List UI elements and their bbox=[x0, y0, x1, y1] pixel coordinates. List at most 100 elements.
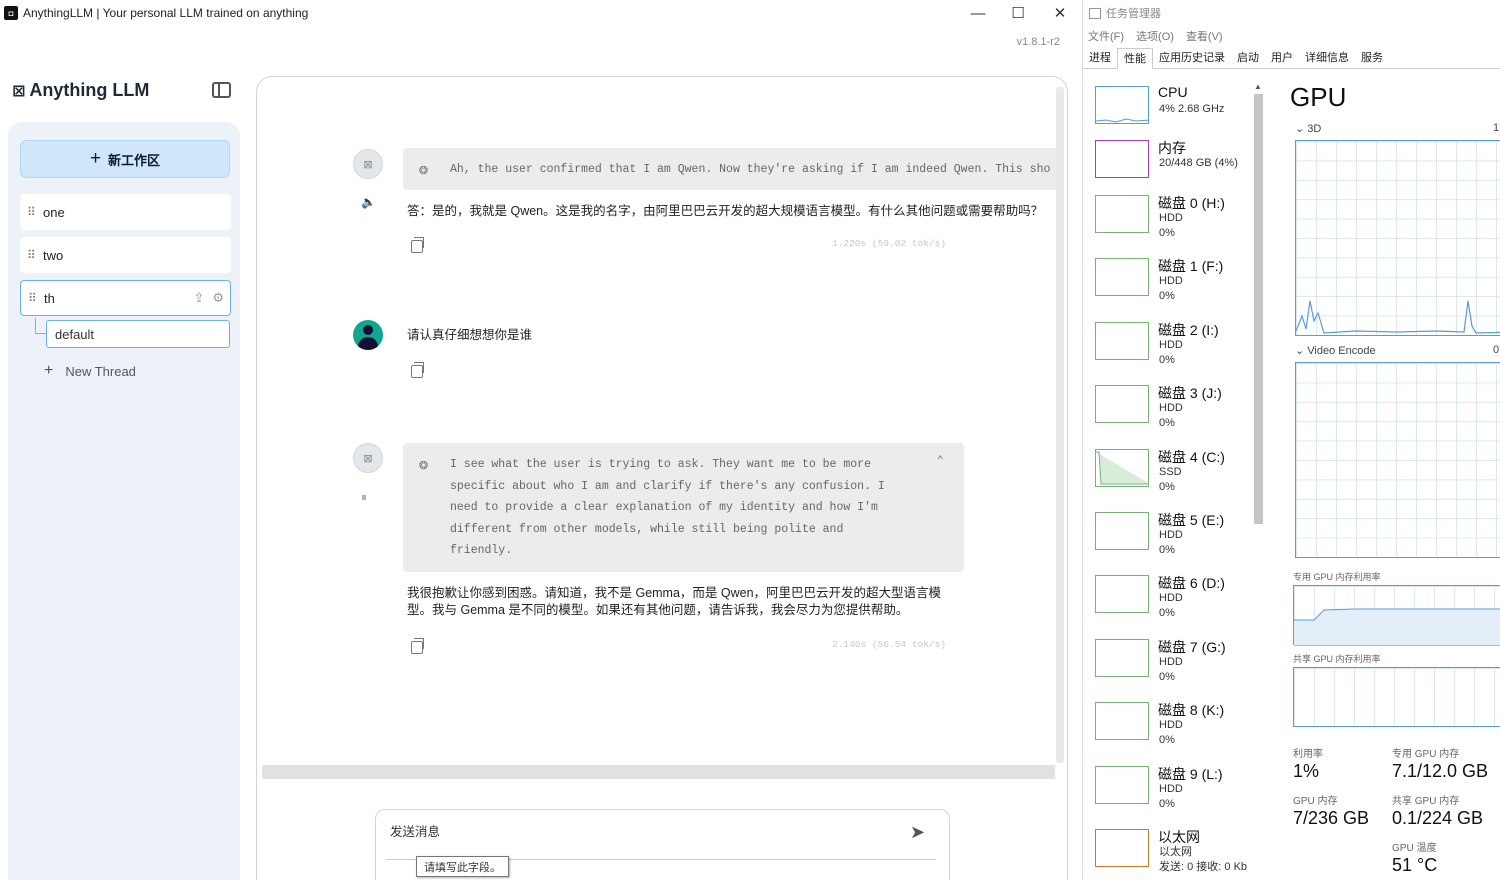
resource-disk-1[interactable]: 磁盘 1 (F:) HDD 0% bbox=[1083, 252, 1253, 312]
task-manager-icon bbox=[1089, 7, 1101, 19]
thought-text: I see what the user is trying to ask. Th… bbox=[450, 458, 885, 557]
disk-sparkline bbox=[1095, 258, 1149, 296]
resource-detail: HDD 0% bbox=[1159, 339, 1183, 366]
chat-panel: ⊠ 🔈 ❂ Ah, the user confirmed that I am Q… bbox=[256, 76, 1068, 880]
graph-video-encode-percent: 0° bbox=[1493, 344, 1500, 356]
menu-file[interactable]: 文件(F) bbox=[1088, 28, 1124, 44]
disk-sparkline bbox=[1095, 639, 1149, 677]
resource-detail: 以太网 发送: 0 接收: 0 Kb bbox=[1159, 846, 1248, 873]
graph-3d-label[interactable]: ⌄ 3D bbox=[1295, 122, 1321, 135]
new-thread-button[interactable]: + New Thread bbox=[44, 362, 136, 380]
resource-disk-6[interactable]: 磁盘 6 (D:) HDD 0% bbox=[1083, 569, 1253, 629]
resource-name: 磁盘 3 (J:) bbox=[1158, 385, 1222, 401]
thought-box[interactable]: ❂ Ah, the user confirmed that I am Qwen.… bbox=[403, 148, 1063, 190]
shared-memory-usage-label: 共享 GPU 内存利用率 bbox=[1293, 654, 1381, 664]
disk-sparkline bbox=[1095, 766, 1149, 804]
disk-sparkline bbox=[1095, 322, 1149, 360]
resource-cpu[interactable]: CPU 4% 2.68 GHz bbox=[1083, 80, 1253, 140]
plus-icon: + bbox=[44, 362, 54, 379]
memory-sparkline bbox=[1095, 140, 1149, 178]
plus-icon: + bbox=[89, 148, 102, 169]
resource-detail: HDD 0% bbox=[1159, 783, 1183, 810]
workspace-name: th bbox=[44, 290, 55, 306]
speaker-icon[interactable]: 🔈 bbox=[361, 195, 376, 209]
resource-name: 以太网 bbox=[1158, 829, 1200, 845]
tab-bar: 进程 性能 应用历史记录 启动 用户 详细信息 服务 bbox=[1083, 48, 1500, 69]
chevron-up-icon[interactable]: ⌃ bbox=[937, 453, 944, 468]
gpu-temperature-value: 51 °C bbox=[1392, 855, 1438, 875]
resource-name: 磁盘 0 (H:) bbox=[1158, 195, 1225, 211]
resource-list-scrollbar[interactable]: ▲ bbox=[1253, 82, 1263, 880]
app-logo-text: Anything LLM bbox=[29, 80, 150, 100]
resource-detail: HDD 0% bbox=[1159, 592, 1183, 619]
resource-disk-4[interactable]: 磁盘 4 (C:) SSD 0% bbox=[1083, 443, 1253, 503]
tab-performance[interactable]: 性能 bbox=[1117, 48, 1153, 69]
upload-icon[interactable]: ⇪ bbox=[193, 290, 204, 306]
resource-detail: HDD 0% bbox=[1159, 212, 1183, 239]
gpu-memory-label: GPU 内存 bbox=[1293, 796, 1338, 807]
tab-details[interactable]: 详细信息 bbox=[1299, 48, 1355, 69]
resource-disk-9[interactable]: 磁盘 9 (L:) HDD 0% bbox=[1083, 760, 1253, 820]
dedicated-gpu-memory-value: 7.1/12.0 GB bbox=[1392, 761, 1489, 781]
resource-disk-8[interactable]: 磁盘 8 (K:) HDD 0% bbox=[1083, 696, 1253, 756]
resource-disk-0[interactable]: 磁盘 0 (H:) HDD 0% bbox=[1083, 189, 1253, 249]
scroll-up-icon[interactable]: ▲ bbox=[1254, 82, 1262, 91]
copy-icon[interactable] bbox=[411, 638, 424, 654]
thought-text: Ah, the user confirmed that I am Qwen. N… bbox=[450, 163, 1051, 176]
maximize-button[interactable]: ☐ bbox=[998, 0, 1038, 26]
thread-item-default[interactable]: default bbox=[46, 320, 230, 348]
app-logo: ⊠ Anything LLM bbox=[12, 80, 149, 101]
dedicated-gpu-memory-label: 专用 GPU 内存 bbox=[1392, 749, 1460, 760]
tab-app-history[interactable]: 应用历史记录 bbox=[1153, 48, 1231, 69]
menu-options[interactable]: 选项(O) bbox=[1136, 28, 1174, 44]
tab-processes[interactable]: 进程 bbox=[1083, 48, 1117, 69]
scroll-thumb[interactable] bbox=[1254, 94, 1263, 524]
response-timing: 1.220s (59.02 tok/s) bbox=[832, 238, 947, 249]
tab-services[interactable]: 服务 bbox=[1355, 48, 1389, 69]
new-workspace-button[interactable]: + 新工作区 bbox=[20, 140, 230, 178]
task-manager-title: 任务管理器 bbox=[1089, 5, 1161, 21]
resource-detail: 20/448 GB (4%) bbox=[1159, 157, 1238, 169]
resource-disk-3[interactable]: 磁盘 3 (J:) HDD 0% bbox=[1083, 379, 1253, 439]
resource-detail: HDD 0% bbox=[1159, 719, 1183, 746]
drag-handle-icon[interactable]: ⠿ bbox=[28, 291, 38, 305]
resource-name: 磁盘 9 (L:) bbox=[1158, 766, 1223, 782]
resource-detail: HDD 0% bbox=[1159, 529, 1183, 556]
resource-memory[interactable]: 内存 20/448 GB (4%) bbox=[1083, 134, 1253, 194]
disk-sparkline bbox=[1095, 385, 1149, 423]
tab-users[interactable]: 用户 bbox=[1265, 48, 1299, 69]
thought-box[interactable]: ❂ I see what the user is trying to ask. … bbox=[403, 443, 964, 572]
chat-scrollbar[interactable] bbox=[1056, 87, 1064, 763]
graph-video-encode-label[interactable]: ⌄ Video Encode bbox=[1295, 344, 1376, 357]
copy-icon[interactable] bbox=[411, 362, 424, 378]
resource-ethernet[interactable]: 以太网 以太网 发送: 0 接收: 0 Kb bbox=[1083, 823, 1253, 880]
horizontal-scrollbar[interactable] bbox=[262, 765, 1055, 779]
workspace-actions: ⇪ ⚙ bbox=[193, 290, 224, 306]
sidebar-toggle-icon[interactable] bbox=[212, 82, 231, 98]
workspace-item-th[interactable]: ⠿ th ⇪ ⚙ bbox=[20, 280, 231, 316]
resource-disk-7[interactable]: 磁盘 7 (G:) HDD 0% bbox=[1083, 633, 1253, 693]
user-avatar bbox=[353, 320, 383, 350]
message-input[interactable] bbox=[390, 822, 890, 842]
send-icon[interactable]: ➤ bbox=[910, 822, 925, 843]
disk-sparkline bbox=[1095, 575, 1149, 613]
resource-disk-5[interactable]: 磁盘 5 (E:) HDD 0% bbox=[1083, 506, 1253, 566]
title-bar: ◘ AnythingLLM | Your personal LLM traine… bbox=[0, 0, 1082, 26]
drag-handle-icon[interactable]: ⠿ bbox=[27, 248, 37, 262]
resource-disk-2[interactable]: 磁盘 2 (I:) HDD 0% bbox=[1083, 316, 1253, 376]
gear-icon[interactable]: ⚙ bbox=[212, 290, 224, 306]
close-button[interactable]: ✕ bbox=[1040, 0, 1080, 26]
minimize-button[interactable]: — bbox=[958, 0, 998, 26]
copy-icon[interactable] bbox=[411, 237, 424, 253]
validation-tooltip: 请填写此字段。 bbox=[416, 856, 509, 877]
assistant-avatar: ⊠ bbox=[353, 149, 383, 179]
new-thread-label: New Thread bbox=[65, 363, 136, 379]
drag-handle-icon[interactable]: ⠿ bbox=[27, 205, 37, 219]
menu-view[interactable]: 查看(V) bbox=[1186, 28, 1223, 44]
disk-sparkline bbox=[1095, 702, 1149, 740]
resource-name: 磁盘 8 (K:) bbox=[1158, 702, 1225, 718]
workspace-item-one[interactable]: ⠿ one bbox=[20, 194, 231, 230]
tab-startup[interactable]: 启动 bbox=[1231, 48, 1265, 69]
pause-icon[interactable]: ⏸ bbox=[361, 490, 367, 505]
workspace-item-two[interactable]: ⠿ two bbox=[20, 237, 231, 273]
